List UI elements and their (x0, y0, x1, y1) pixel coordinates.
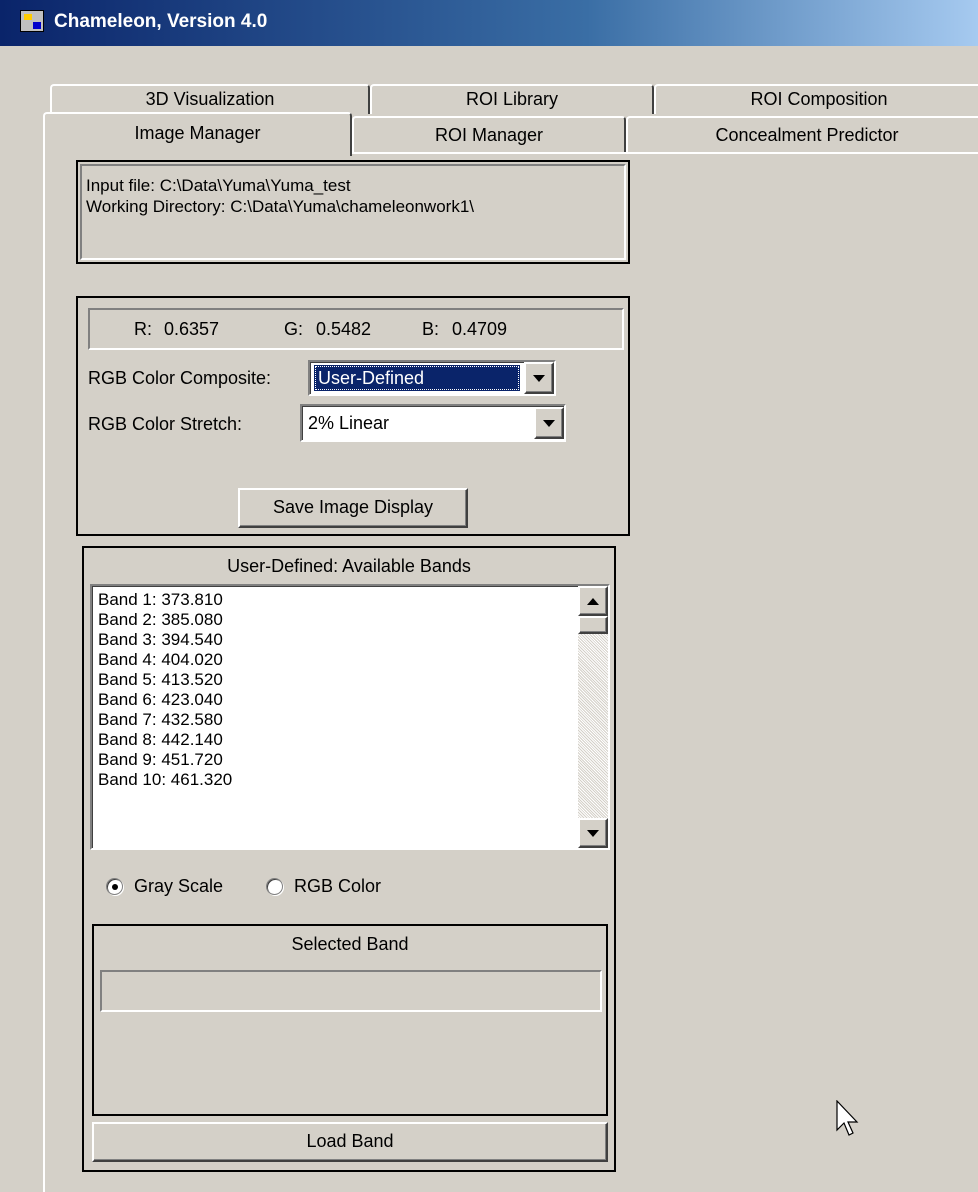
bands-list[interactable]: Band 1: 373.810 Band 2: 385.080 Band 3: … (90, 584, 610, 850)
list-item[interactable]: Band 4: 404.020 (98, 650, 223, 670)
rgb-readout: R: 0.6357 G: 0.5482 B: 0.4709 (88, 308, 624, 350)
gray-scale-label[interactable]: Gray Scale (134, 876, 223, 897)
composite-value: User-Defined (314, 365, 520, 391)
stretch-select[interactable]: 2% Linear (300, 404, 566, 442)
tab-concealment-predictor[interactable]: Concealment Predictor (626, 116, 978, 152)
list-item[interactable]: Band 10: 461.320 (98, 770, 232, 790)
app-icon[interactable] (20, 10, 44, 32)
scroll-up-button[interactable] (578, 586, 608, 616)
composite-label: RGB Color Composite: (88, 368, 272, 388)
list-item[interactable]: Band 2: 385.080 (98, 610, 223, 630)
chevron-down-icon (543, 419, 555, 427)
load-band-button[interactable]: Load Band (92, 1122, 608, 1162)
working-directory-text: Working Directory: C:\Data\Yuma\chameleo… (86, 197, 475, 216)
b-value: 0.4709 (452, 319, 508, 339)
b-label: B: (422, 319, 440, 339)
stretch-value: 2% Linear (308, 413, 390, 433)
composite-select[interactable]: User-Defined (308, 360, 556, 396)
composite-dropdown-button[interactable] (524, 362, 554, 394)
title-bar[interactable]: Chameleon, Version 4.0 (0, 0, 978, 46)
list-item[interactable]: Band 7: 432.580 (98, 710, 223, 730)
arrow-up-icon (587, 597, 599, 605)
stretch-dropdown-button[interactable] (534, 407, 564, 439)
rgb-color-radio[interactable] (266, 878, 283, 895)
scroll-thumb[interactable] (578, 616, 608, 634)
stretch-label: RGB Color Stretch: (88, 414, 243, 434)
tab-roi-manager[interactable]: ROI Manager (352, 116, 626, 152)
g-value: 0.5482 (316, 319, 372, 339)
window-title: Chameleon, Version 4.0 (54, 11, 268, 32)
input-file-text: Input file: C:\Data\Yuma\Yuma_test (86, 176, 351, 195)
save-image-display-button[interactable]: Save Image Display (238, 488, 468, 528)
g-label: G: (284, 319, 304, 339)
tab-roi-library[interactable]: ROI Library (370, 84, 654, 114)
list-item[interactable]: Band 6: 423.040 (98, 690, 223, 710)
scrollbar[interactable] (578, 586, 608, 848)
tab-3d-visualization[interactable]: 3D Visualization (50, 84, 370, 114)
bands-title: User-Defined: Available Bands (227, 556, 471, 576)
selected-band-field[interactable] (100, 970, 602, 1012)
file-info-group: Input file: C:\Data\Yuma\Yuma_test Worki… (76, 160, 630, 264)
list-item[interactable]: Band 5: 413.520 (98, 670, 223, 690)
r-label: R: (134, 319, 152, 339)
file-info-box: Input file: C:\Data\Yuma\Yuma_test Worki… (80, 164, 626, 260)
bands-group: User-Defined: Available Bands Band 1: 37… (82, 546, 616, 1172)
rgb-color-label[interactable]: RGB Color (294, 876, 381, 897)
arrow-down-icon (587, 829, 599, 837)
tab-image-manager[interactable]: Image Manager (43, 112, 352, 156)
selected-band-group: Selected Band (92, 924, 608, 1116)
tab-roi-composition[interactable]: ROI Composition (654, 84, 978, 114)
list-item[interactable]: Band 1: 373.810 (98, 590, 223, 610)
scroll-down-button[interactable] (578, 818, 608, 848)
cursor-icon (836, 1100, 859, 1136)
list-item[interactable]: Band 3: 394.540 (98, 630, 223, 650)
gray-scale-radio[interactable] (106, 878, 123, 895)
color-display-group: R: 0.6357 G: 0.5482 B: 0.4709 RGB Color … (76, 296, 630, 536)
selected-band-title: Selected Band (291, 934, 409, 954)
r-value: 0.6357 (164, 319, 220, 339)
list-item[interactable]: Band 9: 451.720 (98, 750, 223, 770)
chevron-down-icon (533, 374, 545, 382)
list-item[interactable]: Band 8: 442.140 (98, 730, 223, 750)
